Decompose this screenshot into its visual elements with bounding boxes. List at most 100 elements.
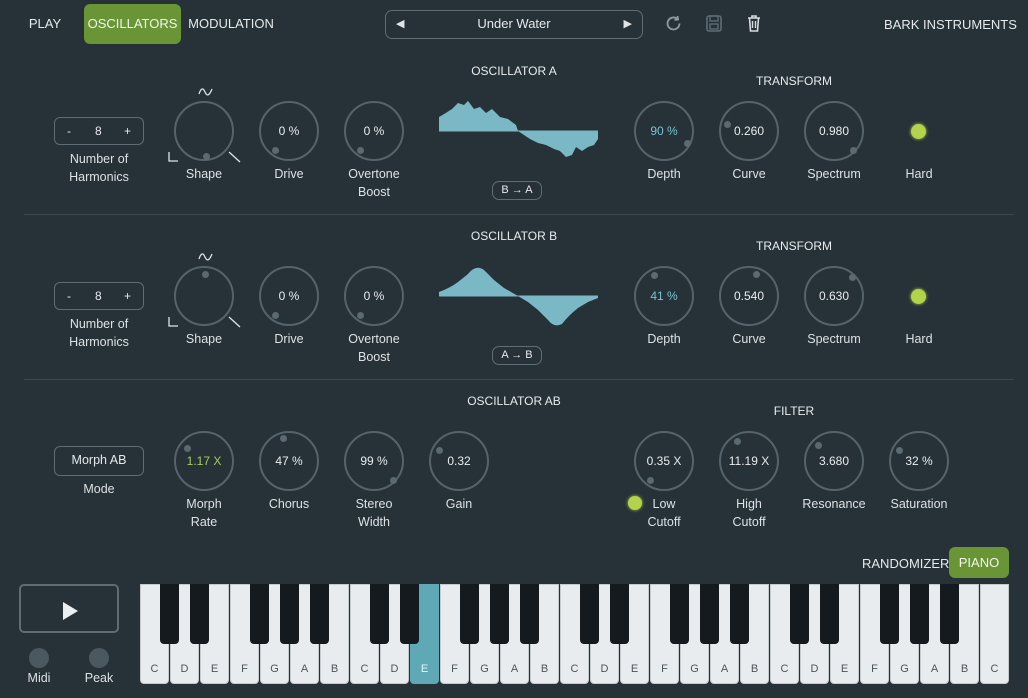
key-label: G bbox=[480, 663, 489, 675]
osc-b-title: OSCILLATOR B bbox=[470, 229, 558, 243]
key-label: F bbox=[451, 663, 458, 675]
increment-button[interactable]: + bbox=[124, 289, 131, 303]
key-label: C bbox=[990, 663, 999, 675]
osc-a-hard-toggle[interactable] bbox=[911, 124, 926, 139]
piano-black-key[interactable] bbox=[190, 584, 209, 644]
osc-a-drive-knob[interactable]: 0 % bbox=[259, 101, 319, 161]
brand-name: BARK INSTRUMENTS bbox=[884, 17, 1017, 32]
osc-a-harmonics-stepper[interactable]: - 8 + bbox=[54, 117, 144, 145]
osc-b-spectrum-knob[interactable]: 0.630 bbox=[804, 266, 864, 326]
midi-indicator bbox=[29, 648, 49, 668]
piano-black-key[interactable] bbox=[370, 584, 389, 644]
resonance-label: Resonance bbox=[802, 497, 866, 511]
osc-a-hard-label: Hard bbox=[905, 167, 933, 181]
key-label: B bbox=[540, 663, 549, 675]
osc-b-waveform bbox=[439, 267, 598, 326]
piano-keyboard[interactable]: CDEFGABCDEFGABCDEFGABCDEFGABC bbox=[140, 584, 1010, 684]
piano-black-key[interactable] bbox=[400, 584, 419, 644]
low-cutoff-knob[interactable]: 0.35 X bbox=[634, 431, 694, 491]
piano-black-key[interactable] bbox=[280, 584, 299, 644]
piano-black-key[interactable] bbox=[520, 584, 539, 644]
piano-black-key[interactable] bbox=[940, 584, 959, 644]
tab-modulation[interactable]: MODULATION bbox=[188, 4, 274, 44]
osc-b-depth-knob[interactable]: 41 % bbox=[634, 266, 694, 326]
key-label: D bbox=[390, 663, 399, 675]
osc-a-transform-title: TRANSFORM bbox=[756, 74, 832, 88]
osc-b-hard-label: Hard bbox=[905, 332, 933, 346]
resonance-knob[interactable]: 3.680 bbox=[804, 431, 864, 491]
saw-wave-icon bbox=[228, 316, 241, 328]
piano-black-key[interactable] bbox=[730, 584, 749, 644]
peak-indicator bbox=[89, 648, 109, 668]
piano-black-key[interactable] bbox=[700, 584, 719, 644]
key-label: C bbox=[780, 663, 789, 675]
high-cutoff-knob[interactable]: 11.19 X bbox=[719, 431, 779, 491]
osc-b-harmonics-stepper[interactable]: - 8 + bbox=[54, 282, 144, 310]
piano-black-key[interactable] bbox=[910, 584, 929, 644]
play-button[interactable] bbox=[19, 584, 119, 633]
chorus-label: Chorus bbox=[268, 497, 310, 511]
osc-b-overtone-label: Overtone Boost bbox=[348, 332, 400, 364]
osc-b-curve-knob[interactable]: 0.540 bbox=[719, 266, 779, 326]
osc-b-drive-knob[interactable]: 0 % bbox=[259, 266, 319, 326]
osc-a-spectrum-knob[interactable]: 0.980 bbox=[804, 101, 864, 161]
piano-button[interactable]: PIANO bbox=[949, 547, 1009, 578]
increment-button[interactable]: + bbox=[124, 124, 131, 138]
section-divider bbox=[24, 214, 1014, 215]
piano-black-key[interactable] bbox=[670, 584, 689, 644]
osc-a-overtone-knob[interactable]: 0 % bbox=[344, 101, 404, 161]
play-icon bbox=[63, 602, 78, 620]
key-label: D bbox=[600, 663, 609, 675]
morph-rate-knob[interactable]: 1.17 X bbox=[174, 431, 234, 491]
piano-black-key[interactable] bbox=[250, 584, 269, 644]
osc-b-hard-toggle[interactable] bbox=[911, 289, 926, 304]
copy-b-to-a-button[interactable]: B → A bbox=[492, 181, 542, 200]
osc-a-spectrum-label: Spectrum bbox=[807, 167, 861, 181]
stereo-width-label: Stereo Width bbox=[355, 497, 393, 529]
filter-title: FILTER bbox=[773, 404, 815, 418]
osc-b-spectrum-label: Spectrum bbox=[807, 332, 861, 346]
gain-knob[interactable]: 0.32 bbox=[429, 431, 489, 491]
chorus-knob[interactable]: 47 % bbox=[259, 431, 319, 491]
osc-b-curve-label: Curve bbox=[732, 332, 766, 346]
save-icon[interactable] bbox=[706, 15, 722, 32]
decrement-button[interactable]: - bbox=[67, 124, 71, 138]
reload-icon[interactable] bbox=[665, 15, 683, 33]
piano-black-key[interactable] bbox=[580, 584, 599, 644]
copy-a-to-b-button[interactable]: A → B bbox=[492, 346, 542, 365]
key-label: G bbox=[690, 663, 699, 675]
decrement-button[interactable]: - bbox=[67, 289, 71, 303]
tab-oscillators[interactable]: OSCILLATORS bbox=[84, 4, 181, 44]
osc-a-waveform bbox=[439, 101, 598, 157]
osc-b-drive-label: Drive bbox=[274, 332, 304, 346]
key-label: E bbox=[210, 663, 219, 675]
trash-icon[interactable] bbox=[747, 15, 761, 32]
piano-black-key[interactable] bbox=[160, 584, 179, 644]
osc-b-shape-knob[interactable] bbox=[174, 266, 234, 326]
tab-play[interactable]: PLAY bbox=[18, 4, 72, 44]
piano-white-key[interactable]: C bbox=[980, 584, 1009, 684]
randomizer-button[interactable]: RANDOMIZER bbox=[862, 556, 949, 571]
key-label: E bbox=[420, 663, 429, 675]
osc-ab-title: OSCILLATOR AB bbox=[467, 394, 561, 408]
piano-black-key[interactable] bbox=[460, 584, 479, 644]
piano-black-key[interactable] bbox=[820, 584, 839, 644]
piano-black-key[interactable] bbox=[790, 584, 809, 644]
osc-a-curve-knob[interactable]: 0.260 bbox=[719, 101, 779, 161]
osc-a-curve-label: Curve bbox=[732, 167, 766, 181]
osc-a-drive-label: Drive bbox=[274, 167, 304, 181]
osc-b-overtone-knob[interactable]: 0 % bbox=[344, 266, 404, 326]
piano-black-key[interactable] bbox=[490, 584, 509, 644]
prev-preset-button[interactable]: ◀ bbox=[396, 11, 404, 37]
preset-name[interactable]: Under Water bbox=[477, 16, 550, 31]
piano-black-key[interactable] bbox=[310, 584, 329, 644]
piano-black-key[interactable] bbox=[610, 584, 629, 644]
gain-label: Gain bbox=[445, 497, 473, 511]
mode-selector[interactable]: Morph AB bbox=[54, 446, 144, 476]
osc-a-depth-knob[interactable]: 90 % bbox=[634, 101, 694, 161]
piano-black-key[interactable] bbox=[880, 584, 899, 644]
stereo-width-knob[interactable]: 99 % bbox=[344, 431, 404, 491]
next-preset-button[interactable]: ▶ bbox=[624, 11, 632, 37]
saturation-knob[interactable]: 32 % bbox=[889, 431, 949, 491]
osc-a-shape-knob[interactable] bbox=[174, 101, 234, 161]
